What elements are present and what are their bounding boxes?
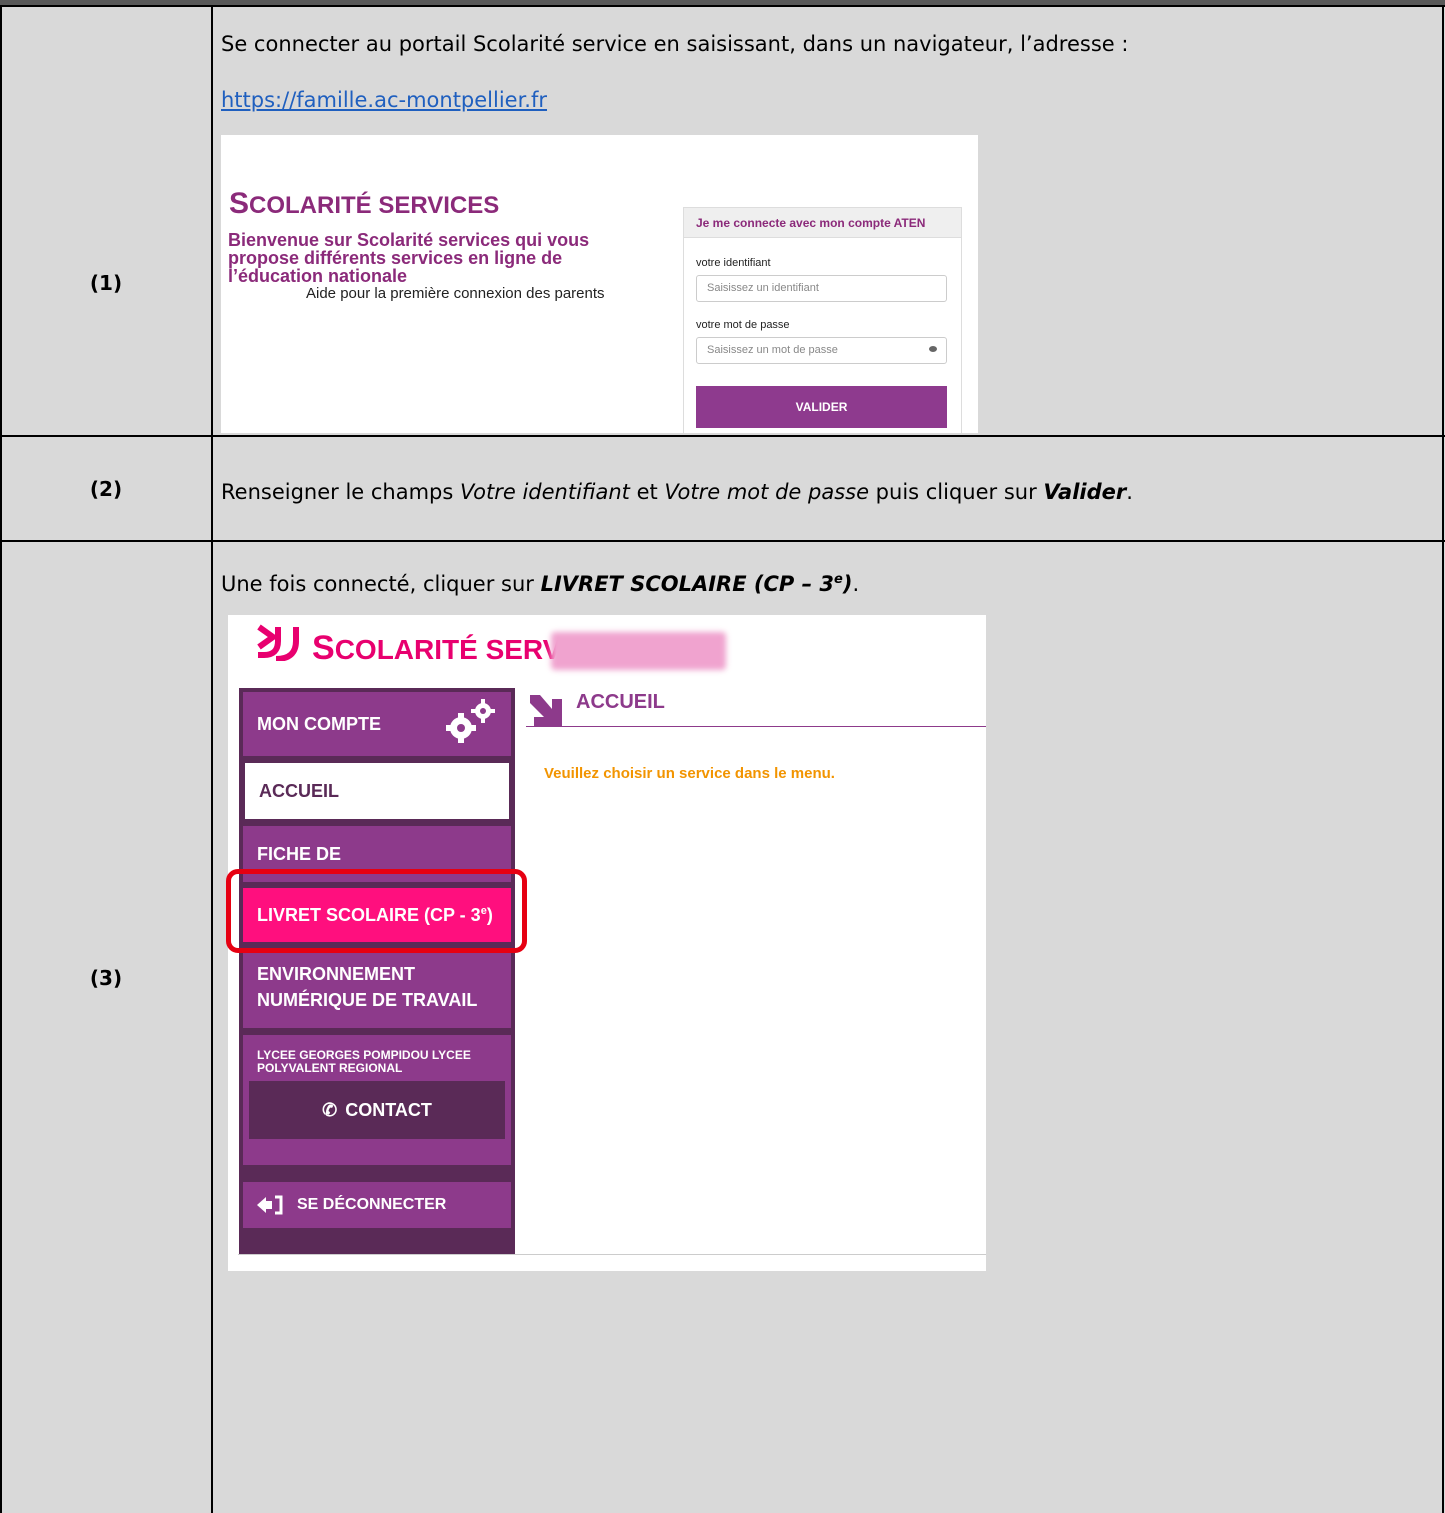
step-number-1: (1) [89,271,123,295]
arrow-down-right-icon [530,695,562,727]
first-connection-help-link[interactable]: Aide pour la première connexion des pare… [306,285,605,302]
row-divider-1 [0,435,1445,437]
step-number-3: (3) [89,966,123,990]
identifier-label: votre identifiant [696,257,771,269]
choose-service-message: Veuillez choisir un service dans le menu… [544,765,835,782]
school-name: LYCEE GEORGES POMPIDOU LYCEE POLYVALENT … [257,1048,471,1075]
portal-header: SCOLARITÉ SERVICES [228,615,986,679]
menu-accueil[interactable]: ACCUEIL [243,761,511,821]
gear-icon [446,699,495,743]
step2-instruction: Renseigner le champs Votre identifiant e… [221,480,1133,504]
step1-instruction: Se connecter au portail Scolarité servic… [221,32,1129,56]
portal-url-link[interactable]: https://famille.ac-montpellier.fr [221,86,547,114]
portal-sidebar: MON COMPTE ACCUEIL FICHE DE RENSEIGNEMEN… [239,688,515,1254]
eye-icon[interactable] [929,346,937,352]
validate-button[interactable]: VALIDER [696,386,947,428]
logout-icon [257,1195,283,1215]
password-label: votre mot de passe [696,319,790,331]
footer-divider [238,1254,986,1255]
password-input[interactable]: Saisissez un mot de passe [696,337,947,364]
page-header: ACCUEIL [526,691,986,727]
login-panel: Je me connecte avec mon compte ATEN votr… [683,207,962,433]
left-border [0,7,2,1513]
login-panel-header: Je me connecte avec mon compte ATEN [684,208,961,238]
step3-instruction: Une fois connecté, cliquer sur LIVRET SC… [221,572,860,596]
right-border [1442,7,1444,1513]
highlight-frame [226,869,527,953]
contact-button[interactable]: ✆ CONTACT [249,1081,505,1139]
menu-logout[interactable]: SE DÉCONNECTER [243,1182,511,1228]
row-divider-2 [0,540,1445,542]
login-welcome-text: Bienvenue sur Scolarité services qui vou… [228,230,590,286]
login-brand-title: SCOLARITÉ SERVICES [229,187,500,220]
column-divider [211,7,213,1513]
school-contact-box: LYCEE GEORGES POMPIDOU LYCEE POLYVALENT … [243,1035,511,1165]
scolarite-logo-icon [257,624,299,661]
page-title: ACCUEIL [576,691,665,713]
identifier-input[interactable]: Saisissez un identifiant [696,275,947,302]
menu-mon-compte[interactable]: MON COMPTE [243,692,511,756]
menu-ent[interactable]: ENVIRONNEMENT NUMÉRIQUE DE TRAVAIL [243,948,511,1028]
step-number-2: (2) [89,477,123,501]
blurred-user-name [551,632,726,670]
password-placeholder: Saisissez un mot de passe [707,344,838,356]
login-screenshot: SCOLARITÉ SERVICES Bienvenue sur Scolari… [221,135,978,433]
phone-icon: ✆ [322,1100,338,1120]
top-bar [0,0,1445,7]
